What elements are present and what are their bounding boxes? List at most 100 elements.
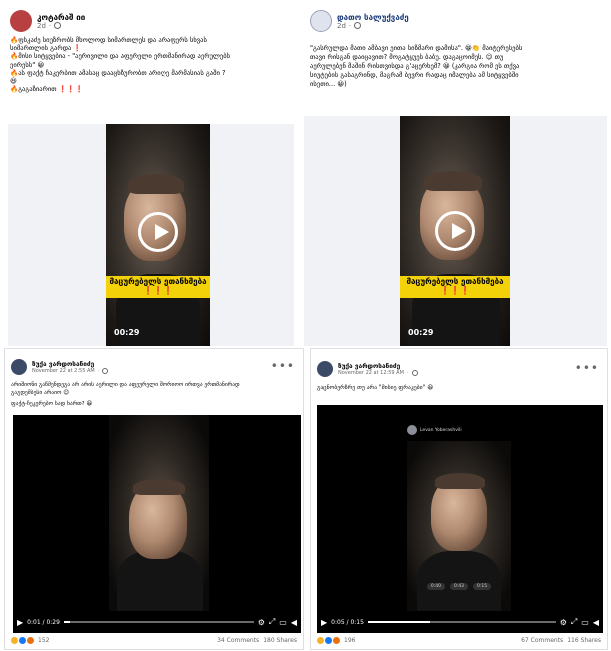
video-time: 0:01 / 0:29 <box>27 618 60 626</box>
video-controls: ▶ 0:01 / 0:29 ⚙ ⤢ ▭ ◀ <box>13 611 301 633</box>
post-footer: 196 67 Comments 116 Shares <box>317 634 601 646</box>
video-container[interactable]: Levan Yoberashvili 0:40 0:43 0:15 ▶ 0:05… <box>317 405 603 633</box>
comments-count[interactable]: 67 Comments <box>521 637 563 644</box>
play-icon[interactable]: ▶ <box>17 618 23 627</box>
progress-bar[interactable] <box>63 621 254 623</box>
post-header: ზუქა ვარდოსანიძე November 22 at 2:55 AM … <box>11 359 109 375</box>
post-time[interactable]: 2d · <box>37 22 85 30</box>
reactions[interactable]: 152 <box>11 636 50 644</box>
post-line: "გასრულდა მათი ამბავი ეითა სიზმარი დამის… <box>310 44 523 52</box>
shares-count[interactable]: 116 Shares <box>567 637 601 644</box>
overlay-stat: 0:15 <box>473 583 492 590</box>
video-banner: მაცურებელს ეთანხმება ❗❗❗ <box>106 276 210 298</box>
play-button[interactable] <box>138 212 178 252</box>
overlay-name: Levan Yoberashvili <box>420 427 462 433</box>
post-line: 🔥გაგაზიარით ❗❗❗ <box>10 85 84 94</box>
post-line: ეირესს" 😀 <box>10 60 45 69</box>
post-line: 🔥მისი სიტყვებია - "აერივილი და აფერელი ე… <box>10 52 231 61</box>
post-footer: 152 34 Comments 180 Shares <box>11 634 297 646</box>
overlay-stat: 0:43 <box>449 583 469 590</box>
post-line: აერულებენ მაშინ რისთვისდა გ'აცერხემ? 😀 (… <box>310 61 520 70</box>
post-header: ზუქა ვარდოსანიძე November 22 at 12:59 AM… <box>317 361 418 377</box>
settings-icon[interactable]: ⚙ <box>258 618 265 627</box>
volume-icon[interactable]: ◀ <box>593 618 599 627</box>
video-container[interactable]: მაცურებელს ეთანხმება ❗❗❗ 00:29 <box>8 124 294 346</box>
post-line: თავი რისგან დაიცავით? მოგატყუეს ბაბუ. და… <box>310 52 504 61</box>
reactions[interactable]: 196 <box>317 636 356 644</box>
post-line: ისეთი... 😀) <box>310 79 347 88</box>
haha-icon <box>317 636 324 644</box>
post-line: 🔥ფსკაძე სიუზრობს მხოლოდ სიმართლეს და არა… <box>10 36 207 44</box>
video-overlay-header: Levan Yoberashvili <box>407 425 462 435</box>
comments-count[interactable]: 34 Comments <box>217 637 259 644</box>
overlay-stat: 0:40 <box>426 583 445 590</box>
avatar[interactable] <box>317 361 333 377</box>
post-line: გაგდემბესი არაიო 😉 <box>11 390 70 397</box>
volume-icon[interactable]: ◀ <box>291 618 297 627</box>
angry-icon <box>333 636 340 644</box>
author-name[interactable]: დათო სალუქვაძე <box>337 13 409 22</box>
post-header: დათო სალუქვაძე 2d · <box>310 10 409 32</box>
post-text: 🔥ფსკაძე სიუზრობს მხოლოდ სიმართლეს და არა… <box>10 36 296 94</box>
reaction-count: 152 <box>38 636 50 644</box>
play-button[interactable] <box>435 211 475 251</box>
author-name[interactable]: ზუქა ვარდოსანიძე <box>338 362 418 370</box>
like-icon <box>19 636 26 644</box>
post-line: 🔥ას ფაქტ ჩაკერბით ამასაც დააცხზურობთ არი… <box>10 68 226 77</box>
globe-icon <box>411 370 418 376</box>
author-name[interactable]: კოტარაშ იი <box>37 13 85 22</box>
settings-icon[interactable]: ⚙ <box>560 618 567 627</box>
post-line: ფაქტ-ჩეკერებო სად ხართ? 😆 <box>11 401 93 408</box>
avatar[interactable] <box>10 10 32 32</box>
video-frame[interactable]: მაცურებელს ეთანხმება ❗❗❗ 00:29 <box>106 124 210 346</box>
progress-bar[interactable] <box>367 621 556 623</box>
overlay-stats: 0:40 0:43 0:15 <box>407 583 511 590</box>
post-time-text: 2d <box>37 21 46 30</box>
progress-fill <box>367 621 430 623</box>
post-4: ზუქა ვარდოსანიძე November 22 at 12:59 AM… <box>310 348 608 650</box>
more-options-icon[interactable]: ••• <box>271 359 295 373</box>
post-header: კოტარაშ იი 2d · <box>10 10 85 32</box>
post-time[interactable]: November 22 at 2:55 AM · <box>32 368 109 374</box>
video-banner: მაცურებელს ეთანხმება ❗❗❗ <box>400 276 510 298</box>
video-frame[interactable]: მაცურებელს ეთანხმება ❗❗❗ 00:29 <box>400 116 510 346</box>
post-line: არიშიონი გაწმენდეგა არ არის აერილი და აფ… <box>11 382 240 388</box>
more-options-icon[interactable]: ••• <box>575 361 599 375</box>
post-line: გაცნობერზრე თუ არა "მისიე ფრაკები" 😆 <box>317 385 434 391</box>
pip-icon[interactable]: ▭ <box>279 618 287 627</box>
author-name[interactable]: ზუქა ვარდოსანიძე <box>32 360 108 368</box>
post-time-text: November 22 at 12:59 AM <box>338 370 404 376</box>
post-3: ზუქა ვარდოსანიძე November 22 at 2:55 AM … <box>4 348 304 650</box>
post-text: გაცნობერზრე თუ არა "მისიე ფრაკები" 😆 <box>317 385 603 392</box>
post-time[interactable]: 2d · <box>337 22 409 30</box>
post-2: დათო სალუქვაძე 2d · "გასრულდა მათი ამბავ… <box>304 4 607 346</box>
globe-icon <box>54 22 62 29</box>
fullscreen-icon[interactable]: ⤢ <box>571 617 577 627</box>
post-line: სიუტების გასაგრინდ, მაგრამ ბევრი რადაც ი… <box>310 70 519 79</box>
play-icon[interactable]: ▶ <box>321 618 327 627</box>
globe-icon <box>102 368 109 374</box>
globe-icon <box>354 22 362 29</box>
progress-fill <box>63 621 70 623</box>
video-time: 0:05 / 0:15 <box>331 618 364 626</box>
post-text: არიშიონი გაწმენდეგა არ არის აერილი და აფ… <box>11 381 299 408</box>
video-duration: 00:29 <box>114 328 140 337</box>
post-time-text: November 22 at 2:55 AM <box>32 368 95 374</box>
angry-icon <box>27 636 34 644</box>
avatar[interactable] <box>11 359 27 375</box>
pip-icon[interactable]: ▭ <box>581 618 589 627</box>
shares-count[interactable]: 180 Shares <box>263 637 297 644</box>
video-container[interactable]: ▶ 0:01 / 0:29 ⚙ ⤢ ▭ ◀ <box>13 415 301 633</box>
post-time-text: 2d <box>337 21 346 30</box>
haha-icon <box>11 636 18 644</box>
avatar[interactable] <box>310 10 332 32</box>
fullscreen-icon[interactable]: ⤢ <box>269 617 275 627</box>
post-1: კოტარაშ იი 2d · 🔥ფსკაძე სიუზრობს მხოლოდ … <box>4 4 300 346</box>
video-duration: 00:29 <box>408 328 434 337</box>
reaction-count: 196 <box>344 636 356 644</box>
post-time[interactable]: November 22 at 12:59 AM · <box>338 370 418 376</box>
video-controls: ▶ 0:05 / 0:15 ⚙ ⤢ ▭ ◀ <box>317 611 603 633</box>
video-frame[interactable] <box>109 415 209 611</box>
overlay-avatar <box>407 425 417 435</box>
video-container[interactable]: მაცურებელს ეთანხმება ❗❗❗ 00:29 <box>304 116 607 346</box>
